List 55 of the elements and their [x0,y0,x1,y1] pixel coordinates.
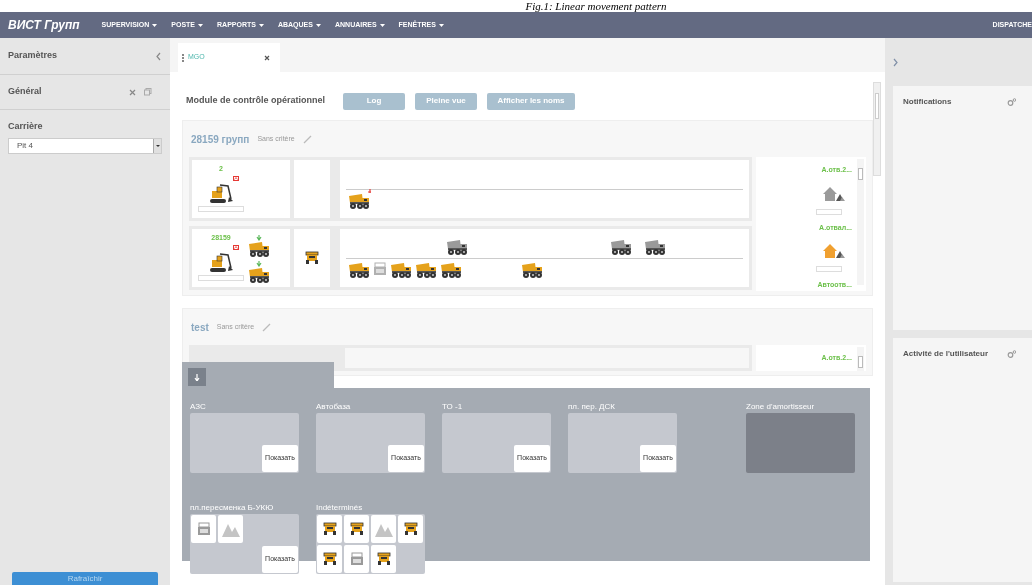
card-title: Notifications [903,96,952,108]
caret-icon [379,23,385,27]
caret-icon [315,23,321,27]
scrollbar[interactable] [857,347,864,371]
module-title: Module de contrôle opérationnel [186,94,325,108]
zone-label: Автобаза [316,402,352,411]
vehicle-tile[interactable] [371,515,396,543]
zone-label: Zone d'amortisseur [746,402,816,411]
vehicle-tile[interactable] [398,515,423,543]
chevron-right-icon [893,57,899,67]
pencil-icon [262,322,272,332]
vehicle-tile[interactable] [317,545,342,573]
copy-icon [144,88,152,96]
collapse-button[interactable] [188,368,206,386]
gear-icon [1007,98,1016,106]
card-title: Activité de l'utilisateur [903,348,989,360]
zone-label: Indéterminés [316,503,364,512]
vehicle-tile[interactable] [371,545,396,573]
brand-logo[interactable]: ВИСТ Групп [8,16,80,34]
field-label: Carrière [7,120,44,133]
alert-icon [233,245,239,250]
gear-icon [1007,350,1016,358]
caret-icon [155,144,160,147]
vehicle-tile[interactable] [218,515,243,543]
arrow-down-icon [256,235,262,241]
zone-label: ТО -1 [442,402,464,411]
vehicle-tile[interactable] [191,515,216,543]
zone-label: АЗС [190,402,207,411]
caret-icon [198,23,204,27]
arrow-down-icon [194,373,200,381]
chevron-left-icon [155,51,162,61]
section-title: Général [8,85,42,99]
alert-icon [233,176,239,181]
zone-label: пл.пересменка Б-УКЮ [190,503,275,512]
close-icon [264,55,270,61]
scrollbar[interactable] [873,82,881,176]
drag-handle-icon [182,53,184,62]
vehicle-tile[interactable] [344,515,369,543]
excavator-icon [208,252,234,273]
arrow-down-icon [256,261,262,267]
panel-title: Paramètres [8,49,58,63]
caret-icon [258,23,264,27]
group-title: 28159 групп [191,132,250,147]
zone-label: пл. пер. ДСК [568,402,616,411]
figure-caption: Fig.1: Linear movement pattern [525,0,667,12]
close-icon [129,88,136,96]
select-field[interactable]: Pit 4 [8,137,162,154]
excavator-icon [208,183,234,204]
vehicle-tile[interactable] [344,545,369,573]
scrollbar[interactable] [857,159,864,285]
caret-icon [438,23,444,27]
vehicle-tile[interactable] [317,515,342,543]
pencil-icon [302,134,312,144]
caret-icon [152,23,158,27]
group-title: test [191,320,209,335]
